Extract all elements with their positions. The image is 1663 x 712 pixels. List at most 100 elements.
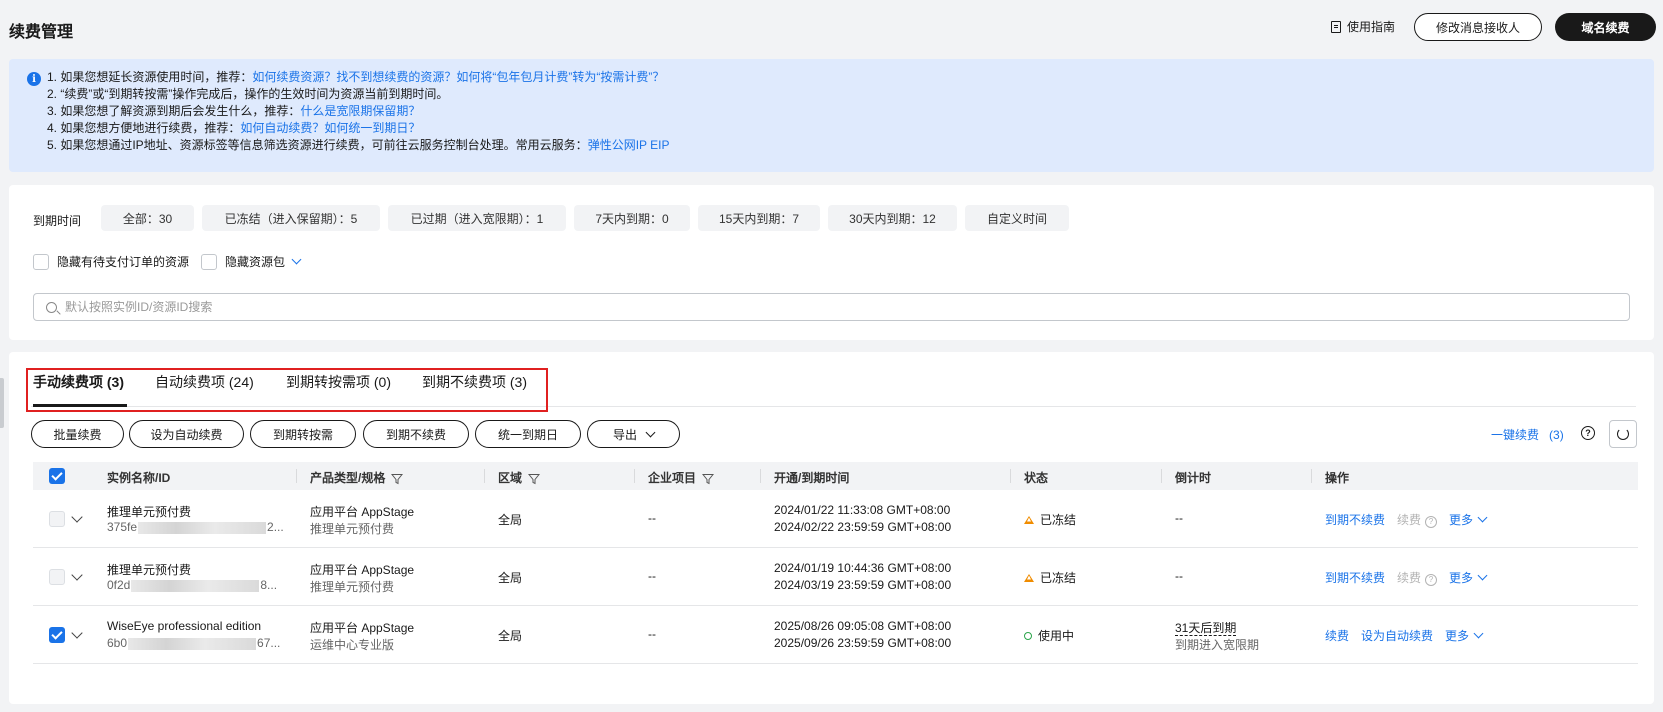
chip-frozen[interactable]: 已冻结（进入保留期）：5 bbox=[202, 205, 380, 231]
chevron-down-icon[interactable] bbox=[291, 254, 302, 265]
table-row: WiseEye professional edition 6b0 67... 应用… bbox=[33, 606, 1638, 664]
instance-id: 6b0 67... bbox=[107, 636, 281, 650]
checkbox[interactable] bbox=[33, 253, 49, 270]
end-time: 2025/09/26 23:59:59 GMT+08:00 bbox=[774, 636, 952, 650]
product-type: 应用平台 AppStage bbox=[310, 621, 415, 635]
refresh-icon bbox=[1617, 428, 1629, 440]
checkbox[interactable] bbox=[201, 253, 217, 270]
info-link-4[interactable]: 如何自动续费？如何统一到期日？ bbox=[240, 121, 420, 135]
more-dropdown[interactable]: 更多 bbox=[1449, 511, 1488, 528]
more-dropdown[interactable]: 更多 bbox=[1445, 627, 1484, 644]
row-checkbox[interactable] bbox=[49, 627, 65, 643]
one-key-renew-link[interactable]: 一键续费 (3) bbox=[1491, 426, 1564, 443]
col-region[interactable]: 区域 bbox=[498, 469, 541, 486]
status: 使用中 bbox=[1024, 627, 1074, 644]
set-auto-renew-link[interactable]: 设为自动续费 bbox=[1361, 627, 1433, 644]
question-icon: ? bbox=[1425, 573, 1438, 586]
help-icon[interactable]: ? bbox=[1581, 426, 1595, 440]
col-countdown: 倒计时 bbox=[1175, 471, 1212, 485]
warning-icon bbox=[1024, 573, 1034, 582]
instance-id: 0f2d 8... bbox=[107, 578, 278, 592]
modify-receiver-button[interactable]: 修改消息接收人 bbox=[1414, 13, 1542, 41]
info-link-5[interactable]: 弹性公网IP EIP bbox=[588, 138, 670, 152]
select-all-checkbox[interactable] bbox=[49, 468, 65, 484]
refresh-button[interactable] bbox=[1609, 420, 1637, 448]
hide-pending-checkbox[interactable]: 隐藏有待支付订单的资源 bbox=[33, 253, 189, 270]
highlight-box bbox=[26, 368, 548, 412]
region: 全局 bbox=[498, 571, 523, 585]
product-type: 应用平台 AppStage bbox=[310, 505, 415, 519]
product-type: 应用平台 AppStage bbox=[310, 563, 415, 577]
col-instance: 实例名称/ID bbox=[107, 471, 171, 485]
more-dropdown[interactable]: 更多 bbox=[1449, 569, 1488, 586]
main-panel: 手动续费项 (3) 自动续费项 (24) 到期转按需项 (0) 到期不续费项 (… bbox=[9, 352, 1654, 704]
col-time: 开通/到期时间 bbox=[774, 471, 850, 485]
table-row: 推理单元预付费 375fe 2... 应用平台 AppStage 推理单元预付费 … bbox=[33, 490, 1638, 548]
chip-7days[interactable]: 7天内到期：0 bbox=[574, 205, 690, 231]
chip-30days[interactable]: 30天内到期：12 bbox=[828, 205, 957, 231]
region: 全局 bbox=[498, 513, 523, 527]
chip-all[interactable]: 全部：30 bbox=[101, 205, 194, 231]
start-time: 2024/01/19 10:44:36 GMT+08:00 bbox=[774, 561, 952, 575]
status: 已冻结 bbox=[1024, 569, 1076, 586]
table-header: 实例名称/ID 产品类型/规格 区域 企业项目 开通/到期时间 状态 倒计时 操… bbox=[33, 462, 1638, 490]
renew-link-disabled: 续费? bbox=[1397, 569, 1438, 586]
row-checkbox[interactable] bbox=[49, 511, 65, 530]
hide-package-checkbox[interactable]: 隐藏资源包 bbox=[201, 253, 302, 270]
batch-renew-button[interactable]: 批量续费 bbox=[31, 420, 124, 448]
info-link-3[interactable]: 什么是宽限期保留期？ bbox=[300, 104, 420, 118]
chip-custom-time[interactable]: 自定义时间 bbox=[965, 205, 1069, 231]
project: -- bbox=[648, 627, 656, 641]
export-label: 导出 bbox=[612, 427, 637, 442]
info-line-4: 4. 如果您想方便地进行续费，推荐：如何自动续费？如何统一到期日？ bbox=[47, 121, 421, 135]
unify-expiry-button[interactable]: 统一到期日 bbox=[475, 420, 581, 448]
col-operation: 操作 bbox=[1325, 471, 1350, 485]
filter-panel: 到期时间 全部：30 已冻结（进入保留期）：5 已过期（进入宽限期）：1 7天内… bbox=[9, 185, 1654, 340]
instance-name: 推理单元预付费 bbox=[107, 505, 192, 519]
set-auto-renew-button[interactable]: 设为自动续费 bbox=[129, 420, 244, 448]
filter-icon bbox=[702, 473, 715, 484]
info-link-1[interactable]: 如何续费资源？找不到想续费的资源？如何将“包年包月计费”转为“按需计费”？ bbox=[252, 70, 664, 84]
region: 全局 bbox=[498, 629, 523, 643]
col-project[interactable]: 企业项目 bbox=[648, 469, 715, 486]
no-renew-button[interactable]: 到期不续费 bbox=[363, 420, 469, 448]
project: -- bbox=[648, 569, 656, 583]
instance-id: 375fe 2... bbox=[107, 520, 284, 534]
chevron-down-icon bbox=[1477, 512, 1488, 523]
expand-row-icon[interactable] bbox=[71, 626, 83, 640]
expand-row-icon[interactable] bbox=[71, 510, 83, 524]
search-bar[interactable] bbox=[33, 293, 1630, 321]
end-time: 2024/02/22 23:59:59 GMT+08:00 bbox=[774, 520, 952, 534]
instance-name: 推理单元预付费 bbox=[107, 563, 192, 577]
page-title: 续费管理 bbox=[9, 24, 74, 41]
active-status-icon bbox=[1024, 631, 1032, 640]
expand-row-icon[interactable] bbox=[71, 568, 83, 582]
info-line-1: 1. 如果您想延长资源使用时间，推荐：如何续费资源？找不到想续费的资源？如何将“… bbox=[47, 70, 665, 84]
warning-icon bbox=[1024, 515, 1034, 524]
product-spec: 推理单元预付费 bbox=[310, 522, 395, 536]
col-status: 状态 bbox=[1024, 471, 1049, 485]
filter-icon bbox=[391, 473, 404, 484]
renew-link[interactable]: 续费 bbox=[1325, 627, 1349, 644]
row-checkbox[interactable] bbox=[49, 569, 65, 588]
countdown: -- bbox=[1175, 511, 1183, 525]
end-time: 2024/03/19 23:59:59 GMT+08:00 bbox=[774, 578, 952, 592]
status: 已冻结 bbox=[1024, 511, 1076, 528]
domain-renew-button[interactable]: 域名续费 bbox=[1555, 13, 1656, 41]
no-renew-link[interactable]: 到期不续费 bbox=[1325, 569, 1385, 586]
to-pay-per-use-button[interactable]: 到期转按需 bbox=[250, 420, 356, 448]
chip-expired[interactable]: 已过期（进入宽限期）：1 bbox=[388, 205, 566, 231]
search-input[interactable] bbox=[65, 300, 1565, 314]
chip-15days[interactable]: 15天内到期：7 bbox=[698, 205, 820, 231]
user-guide-link[interactable]: 使用指南 bbox=[1331, 18, 1395, 35]
col-product[interactable]: 产品类型/规格 bbox=[310, 469, 404, 486]
side-collapse-handle[interactable] bbox=[0, 378, 4, 428]
info-icon: i bbox=[27, 72, 41, 86]
hide-package-label: 隐藏资源包 bbox=[225, 255, 286, 269]
instance-name: WiseEye professional edition bbox=[107, 619, 262, 633]
row-actions: 到期不续费 续费? 更多 bbox=[1325, 511, 1488, 528]
row-actions: 到期不续费 续费? 更多 bbox=[1325, 569, 1488, 586]
export-button[interactable]: 导出 bbox=[587, 420, 680, 448]
no-renew-link[interactable]: 到期不续费 bbox=[1325, 511, 1385, 528]
expiry-time-label: 到期时间 bbox=[33, 214, 82, 228]
